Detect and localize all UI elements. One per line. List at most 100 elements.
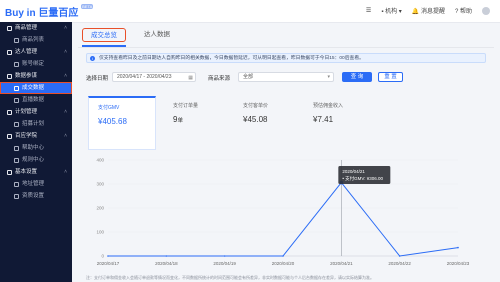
live-icon (14, 97, 19, 103)
data-point (107, 255, 109, 257)
address-icon (14, 181, 19, 187)
settings-icon (7, 169, 12, 175)
notice-banner: i 仅支持查看昨日及之前日期达人自购昨日的相关数据，今日数据暂延迟，可从明日起查… (86, 53, 486, 63)
metric-label: 支付GMV (98, 105, 120, 111)
sidebar-group-goods[interactable]: 商品管理 ˄ (0, 22, 72, 34)
sidebar-item-label: 规则中心 (22, 157, 45, 163)
help-icon (14, 145, 19, 151)
reset-button[interactable]: 重 置 (378, 72, 403, 82)
chevron-up-icon: ˄ (64, 49, 67, 55)
user-icon (7, 49, 12, 55)
y-tick-label: 0 (101, 254, 104, 259)
sidebar-group-label: 基本设置 (15, 169, 38, 175)
sidebar-item-label: 商品列表 (22, 37, 45, 43)
list-icon (14, 37, 19, 43)
footnote: 注：支付订单和佣金收入会随订单退款等情况而变化，不同数据所统计的时间范围可能会有… (86, 275, 374, 280)
x-tick-label: 2020/04/17 (97, 261, 120, 266)
date-range-picker[interactable]: 2020/04/17 - 2020/04/23 ▦ (112, 72, 196, 82)
chevron-down-icon: ▾ (327, 74, 330, 80)
certificate-icon (14, 193, 19, 199)
avatar[interactable] (482, 6, 490, 15)
sidebar-item-live-data[interactable]: 直播数据 (0, 94, 72, 106)
sidebar-item-recruit-plan[interactable]: 招募计划 (0, 118, 72, 130)
rules-icon (14, 157, 19, 163)
x-tick-label: 2020/04/23 (447, 261, 470, 266)
tab-bar: 成交总览 达人数据 (78, 22, 494, 48)
chevron-up-icon: ˄ (64, 169, 67, 175)
date-range-value: 2020/04/17 - 2020/04/23 (117, 74, 172, 80)
y-tick-label: 200 (96, 206, 104, 211)
sidebar-group-label: 达人管理 (15, 49, 38, 55)
tooltip-value: • 支付GMV: ¥306.00 (342, 175, 383, 182)
metric-orders[interactable]: 支付订单量 9单 (164, 96, 232, 150)
chevron-up-icon: ˄ (64, 25, 67, 31)
org-selector[interactable]: ▪ 机构 ▾ (381, 6, 402, 15)
sidebar-item-sales-data[interactable]: 成交数据 (0, 82, 72, 94)
academy-icon (7, 133, 12, 139)
messages-label: 消息提醒 (420, 9, 445, 15)
plan-icon (7, 109, 12, 115)
sidebar-item-label: 招募计划 (22, 121, 45, 127)
help-button[interactable]: ? 帮助 (455, 6, 472, 15)
tooltip-date: 2020/04/21 (342, 169, 365, 174)
source-value: 全部 (243, 74, 254, 80)
metric-commission[interactable]: 预估佣金收入 ¥7.41 (304, 96, 372, 150)
x-tick-label: 2020/04/20 (272, 261, 295, 266)
data-point (165, 255, 168, 257)
brand-name-a: Buy in (5, 8, 36, 19)
metric-value: ¥405.68 (98, 117, 127, 126)
sidebar-item-help-center[interactable]: 帮助中心 (0, 142, 72, 154)
tab-overview[interactable]: 成交总览 (82, 28, 126, 42)
sidebar-group-academy[interactable]: 百应学院 ˄ (0, 130, 72, 142)
chevron-up-icon: ˄ (64, 133, 67, 139)
sidebar-item-address[interactable]: 地址管理 (0, 178, 72, 190)
x-tick-label: 2020/04/22 (388, 261, 411, 266)
x-tick-label: 2020/04/19 (213, 261, 236, 266)
sidebar-item-label: 资质设置 (22, 193, 45, 199)
metric-label: 预估佣金收入 (313, 103, 344, 109)
sidebar-item-label: 成交数据 (22, 85, 45, 91)
sidebar-item-account-binding[interactable]: 账号绑定 (0, 58, 72, 70)
filter-bar: 选择日期 2020/04/17 - 2020/04/23 ▦ 商品来源 全部 ▾… (86, 72, 486, 84)
sidebar-item-label: 直播数据 (22, 97, 45, 103)
metric-label: 支付订单量 (173, 103, 199, 109)
brand-logo[interactable]: Buy in 巨量百应 BETA (5, 4, 94, 19)
query-button[interactable]: 查 询 (342, 72, 372, 82)
beta-tag: BETA (81, 4, 94, 9)
menu-icon[interactable]: ☰ (366, 7, 371, 14)
sidebar-item-rules-center[interactable]: 规则中心 (0, 154, 72, 166)
tab-talent-data[interactable]: 达人数据 (138, 28, 176, 42)
metric-value: ¥7.41 (313, 115, 334, 124)
notice-text: 仅支持查看昨日及之前日期达人自购昨日的相关数据，今日数据暂延迟，可从明日起查看，… (99, 56, 364, 61)
metric-avg-price[interactable]: 支付客单价 ¥45.08 (234, 96, 302, 150)
sidebar-item-goods-list[interactable]: 商品列表 (0, 34, 72, 46)
active-tab-indicator (82, 45, 126, 47)
metric-gmv[interactable]: 支付GMV ¥405.68 (88, 96, 156, 150)
data-point (457, 246, 459, 249)
source-select[interactable]: 全部 ▾ (238, 72, 334, 82)
sidebar-group-label: 数据参谋 (15, 73, 38, 79)
goods-icon (7, 25, 12, 31)
messages-button[interactable]: 🔔 消息提醒 (412, 6, 445, 15)
link-icon (14, 61, 19, 67)
gmv-line-chart[interactable]: 0 100 200 300 400 2020/04/17 2020/04/18 2020/04… (78, 154, 494, 272)
sidebar-item-label: 账号绑定 (22, 61, 45, 67)
sidebar-group-talent[interactable]: 达人管理 ˄ (0, 46, 72, 58)
sidebar: 商品管理 ˄ 商品列表 达人管理 ˄ 账号绑定 数据参谋 ˄ 成交数据 直播数据 计划… (0, 22, 72, 282)
sidebar-item-qualification[interactable]: 资质设置 (0, 190, 72, 202)
chevron-up-icon: ˄ (64, 109, 67, 115)
org-label: 机构 (385, 9, 398, 15)
sidebar-group-plans[interactable]: 计划管理 ˄ (0, 106, 72, 118)
sidebar-group-settings[interactable]: 基本设置 ˄ (0, 166, 72, 178)
x-tick-label: 2020/04/18 (155, 261, 178, 266)
sidebar-group-label: 计划管理 (15, 109, 38, 115)
sidebar-group-label: 百应学院 (15, 133, 38, 139)
metric-value: ¥45.08 (243, 115, 268, 124)
series-line-gmv (108, 181, 459, 257)
sidebar-item-label: 地址管理 (22, 181, 45, 187)
metric-unit: 单 (177, 118, 183, 124)
brand-name-b: 巨量百应 (38, 8, 79, 19)
sidebar-group-label: 商品管理 (15, 25, 38, 31)
sidebar-group-data[interactable]: 数据参谋 ˄ (0, 70, 72, 82)
help-label: 帮助 (459, 9, 472, 15)
